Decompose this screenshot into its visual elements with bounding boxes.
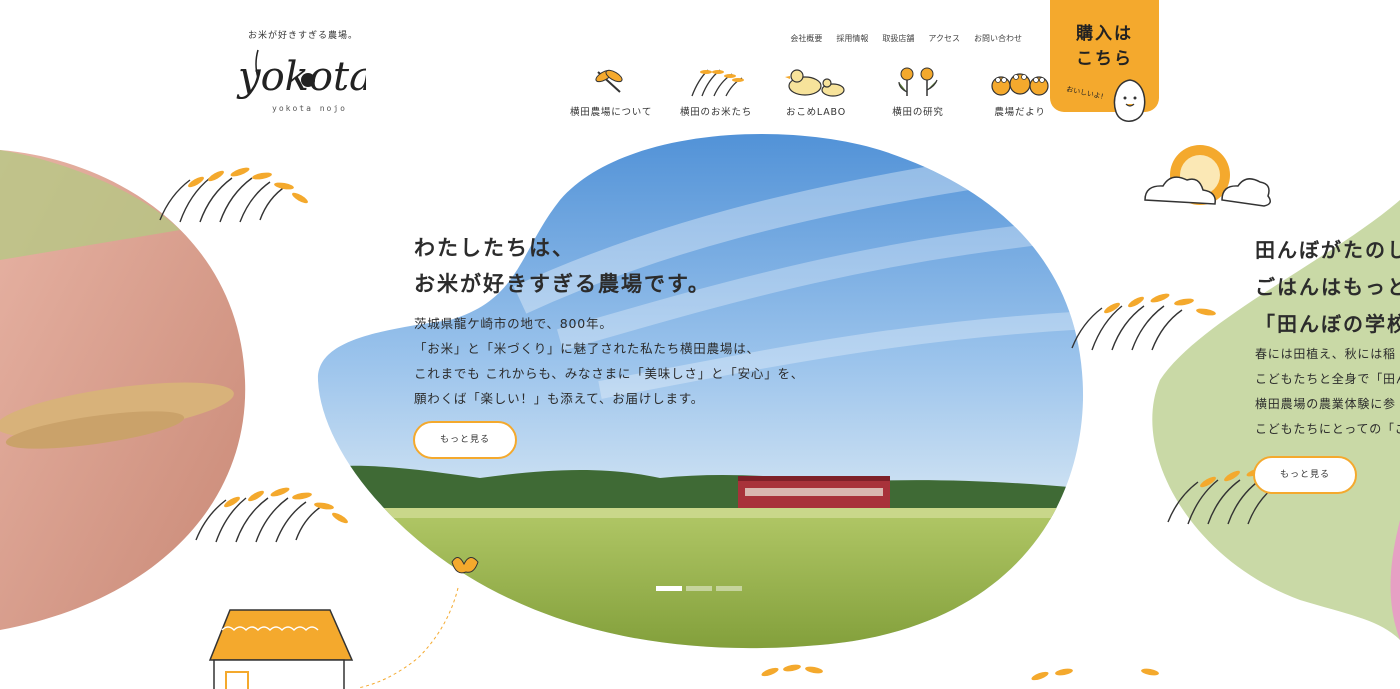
util-link-contact[interactable]: お問い合わせ xyxy=(974,33,1022,44)
nav-label: おこめLABO xyxy=(786,107,846,118)
duck-icon xyxy=(785,69,845,97)
next-body-line: こどもたちと全身で「田ん xyxy=(1255,372,1400,386)
hero-body: 茨城県龍ケ崎市の地で、800年。 「お米」と「米づくり」に魅了された私たち横田農… xyxy=(414,311,804,411)
rice-ear-icon xyxy=(691,69,744,97)
brand-subtitle: yokota nojo xyxy=(272,104,347,113)
logo[interactable]: yokota xyxy=(236,46,366,102)
next-body-line: 横田農場の農業体験に参 xyxy=(1255,397,1396,411)
house-icon xyxy=(208,609,354,689)
slider-dots xyxy=(656,586,742,591)
hero-body-line: 「お米」と「米づくり」に魅了された私たち横田農場は、 xyxy=(414,341,760,356)
sun-icon xyxy=(1144,145,1271,207)
buy-line2: こちら xyxy=(1076,49,1133,69)
util-link-recruit[interactable]: 採用情報 xyxy=(836,33,868,44)
slider-dot-2[interactable] xyxy=(686,586,712,591)
rice-grain-mascot-icon xyxy=(1113,79,1146,122)
slider-dot-3[interactable] xyxy=(716,586,742,591)
next-body-line: こどもたちにとっての「ご xyxy=(1255,422,1400,436)
nav-item-about[interactable]: 横田農場について xyxy=(570,66,653,118)
nav-item-labo[interactable]: おこめLABO xyxy=(776,66,856,118)
brand-tagline: お米が好きすぎる農場。 xyxy=(248,31,359,41)
hero-more-button[interactable]: もっと見る xyxy=(413,421,517,459)
hero-title-line1: わたしたちは、 xyxy=(414,236,575,260)
hero-body-line: 願わくば「楽しい！」も添えて、お届けします。 xyxy=(414,391,705,406)
slider-dot-1[interactable] xyxy=(656,586,682,591)
nav-label: 横田の研究 xyxy=(892,107,944,118)
buy-button[interactable]: 購入は こちら おいしいよ! xyxy=(1050,0,1159,122)
nav-label: 横田農場について xyxy=(570,107,653,118)
next-body-line: 春には田植え、秋には稲 xyxy=(1255,347,1396,361)
next-slide-body: 春には田植え、秋には稲 こどもたちと全身で「田ん 横田農場の農業体験に参 こども… xyxy=(1255,342,1400,442)
dragonfly-icon xyxy=(595,69,623,93)
buy-line1: 購入は xyxy=(1076,24,1133,44)
util-link-stores[interactable]: 取扱店舗 xyxy=(882,33,914,44)
nav-item-news[interactable]: 農場だより xyxy=(980,66,1060,118)
hero-body-line: 茨城県龍ケ崎市の地で、800年。 xyxy=(414,316,613,331)
buy-badge: おいしいよ! xyxy=(1065,85,1105,101)
nav-item-rice[interactable]: 横田のお米たち xyxy=(672,66,760,118)
butterfly-icon xyxy=(357,557,479,689)
utility-nav: 会社概要 採用情報 取扱店舗 アクセス お問い合わせ xyxy=(790,33,1022,44)
util-link-access[interactable]: アクセス xyxy=(928,33,960,44)
util-link-company[interactable]: 会社概要 xyxy=(790,33,822,44)
next-slide-title: 田んぼがたのし ごはんはもっと 「田んぼの学校 xyxy=(1255,232,1400,343)
next-title-line: ごはんはもっと xyxy=(1255,275,1400,299)
hero-title-line2: お米が好きすぎる農場です。 xyxy=(414,272,711,296)
main-nav: 横田農場について 横田のお米たち おこめLABO 横田の研究 農場だより xyxy=(570,66,1082,118)
nav-label: 横田のお米たち xyxy=(679,107,753,118)
next-title-line: 田んぼがたのし xyxy=(1255,238,1400,262)
flower-icon xyxy=(898,67,938,96)
nav-label: 農場だより xyxy=(994,107,1046,118)
frogs-icon xyxy=(991,73,1049,96)
hero-title: わたしたちは、 お米が好きすぎる農場です。 xyxy=(414,230,711,302)
hero-body-line: これまでも これからも、みなさまに「美味しさ」と「安心」を、 xyxy=(414,366,805,381)
next-title-line: 「田んぼの学校 xyxy=(1255,312,1400,336)
nav-item-research[interactable]: 横田の研究 xyxy=(878,66,958,118)
next-more-button[interactable]: もっと見る xyxy=(1253,456,1357,494)
